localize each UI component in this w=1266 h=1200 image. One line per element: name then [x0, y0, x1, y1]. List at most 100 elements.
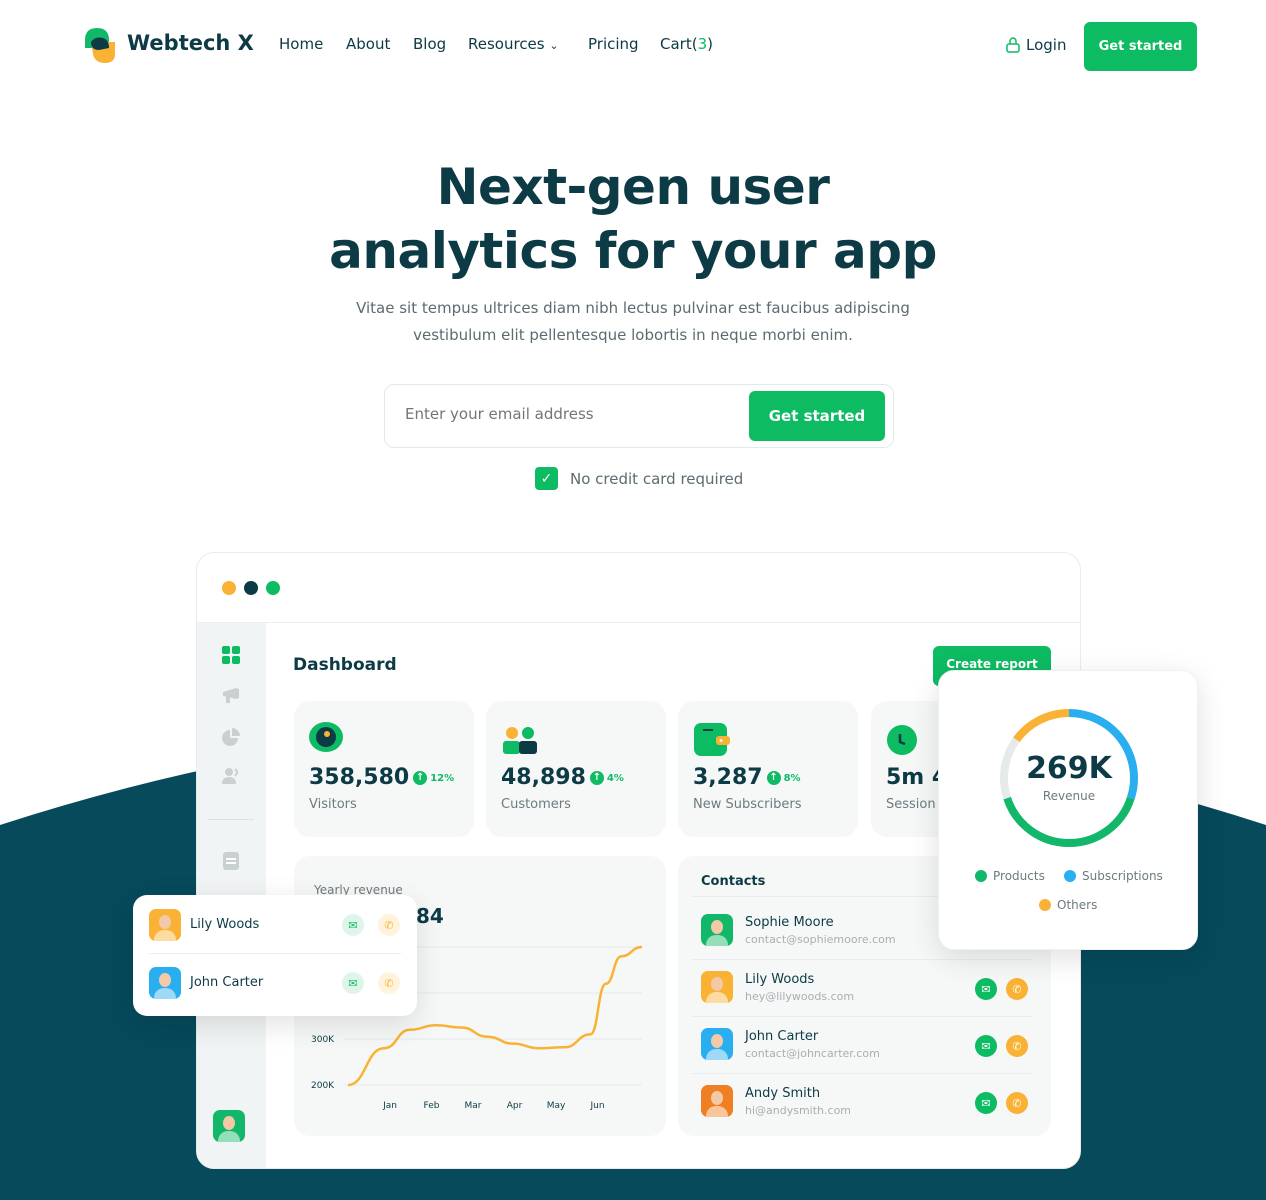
chevron-down-icon: ⌄: [549, 39, 559, 52]
hero-title: Next-gen user analytics for your app: [329, 158, 937, 280]
megaphone-icon[interactable]: [222, 686, 240, 704]
nav-pricing[interactable]: Pricing: [588, 35, 639, 53]
contact-email: hi@andysmith.com: [745, 1104, 852, 1117]
x-tick-label: Feb: [424, 1101, 440, 1111]
contact-avatar: [149, 909, 181, 941]
contact-avatar: [701, 1085, 733, 1117]
donut-slice-products: [1003, 796, 1135, 847]
donut-slice-others: [1013, 709, 1070, 743]
contact-name: Lily Woods: [745, 972, 815, 987]
mail-icon[interactable]: ✉: [342, 972, 364, 994]
mail-icon[interactable]: ✉: [975, 1092, 997, 1114]
contact-row[interactable]: John Carter contact@johncarter.com ✉ ✆: [678, 1026, 1051, 1066]
contact-name: John Carter: [745, 1029, 819, 1044]
x-tick-label: Apr: [507, 1101, 523, 1111]
phone-icon[interactable]: ✆: [1006, 978, 1028, 1000]
floating-contact-row[interactable]: John Carter ✉ ✆: [133, 966, 417, 1000]
contact-avatar: [701, 1028, 733, 1060]
stat-value: 48,898 ↑ 4%: [501, 765, 624, 790]
dashboard-grid-icon[interactable]: [222, 646, 240, 664]
floating-contact-row[interactable]: Lily Woods ✉ ✆: [133, 908, 417, 942]
contact-avatar: [149, 967, 181, 999]
eye-icon: [309, 722, 343, 752]
logo[interactable]: Webtech X: [81, 26, 254, 66]
user-avatar[interactable]: [213, 1110, 245, 1142]
x-tick-label: May: [547, 1101, 566, 1111]
arrow-up-icon: ↑: [589, 771, 604, 785]
contact-row[interactable]: Lily Woods hey@lilywoods.com ✉ ✆: [678, 969, 1051, 1009]
hero-get-started-button[interactable]: Get started: [749, 391, 885, 441]
stat-label: Session: [886, 797, 936, 812]
phone-icon[interactable]: ✆: [378, 914, 400, 936]
clock-icon: [887, 725, 917, 755]
contact-avatar: [701, 914, 733, 946]
users-icon[interactable]: [222, 767, 240, 785]
login-link[interactable]: Login: [1006, 36, 1066, 54]
window-controls: [222, 581, 280, 595]
get-started-button[interactable]: Get started: [1084, 22, 1197, 71]
floating-contacts-card: Lily Woods ✉ ✆ John Carter ✉ ✆: [133, 895, 417, 1016]
stat-card-customers: 48,898 ↑ 4% Customers: [486, 701, 666, 837]
dashboard-title: Dashboard: [293, 655, 397, 675]
wallet-icon: [694, 723, 730, 756]
nav-cart[interactable]: Cart(3): [660, 35, 713, 53]
legend-others: Others: [1039, 898, 1097, 912]
contact-name: Andy Smith: [745, 1086, 821, 1101]
contact-name: Lily Woods: [190, 917, 260, 932]
stat-value: 358,580 ↑ 12%: [309, 765, 455, 790]
nav-home[interactable]: Home: [279, 35, 323, 53]
nav-resources-label: Resources: [468, 35, 545, 53]
email-input[interactable]: [405, 405, 735, 423]
contact-email: contact@sophiemoore.com: [745, 933, 896, 946]
donut-value: 269K: [1026, 751, 1112, 786]
lock-icon: [1006, 37, 1020, 53]
users-icon: [503, 727, 537, 754]
stat-label: Customers: [501, 797, 571, 812]
contact-name: Sophie Moore: [745, 915, 834, 930]
checkbox-row[interactable]: ✓ No credit card required: [535, 467, 743, 490]
window-dot-dark[interactable]: [244, 581, 258, 595]
revenue-donut-card: 269K Revenue Products Subscriptions Othe…: [938, 670, 1198, 950]
login-label: Login: [1026, 36, 1067, 54]
email-form: Get started: [384, 384, 894, 448]
stat-card-visitors: 358,580 ↑ 12% Visitors: [294, 701, 474, 837]
cart-suffix: ): [707, 35, 713, 53]
donut-label: Revenue: [1042, 789, 1096, 803]
y-tick-label: 200K: [311, 1081, 335, 1091]
contact-row[interactable]: Andy Smith hi@andysmith.com ✉ ✆: [678, 1083, 1051, 1123]
phone-icon[interactable]: ✆: [378, 972, 400, 994]
phone-icon[interactable]: ✆: [1006, 1092, 1028, 1114]
document-icon[interactable]: [222, 852, 240, 870]
contact-name: John Carter: [190, 975, 264, 990]
legend-subscriptions: Subscriptions: [1064, 869, 1163, 883]
stat-label: Visitors: [309, 797, 357, 812]
nav-blog[interactable]: Blog: [413, 35, 446, 53]
x-tick-label: Jun: [589, 1101, 604, 1111]
x-tick-label: Mar: [465, 1101, 482, 1111]
arrow-up-icon: ↑: [766, 771, 781, 785]
window-dot-green[interactable]: [266, 581, 280, 595]
mail-icon[interactable]: ✉: [342, 914, 364, 936]
pie-chart-icon[interactable]: [222, 728, 240, 746]
cart-count: 3: [697, 35, 708, 53]
logo-icon: [85, 28, 115, 63]
checkbox-label: No credit card required: [570, 469, 744, 488]
stat-value: 3,287 ↑ 8%: [693, 765, 801, 790]
nav-about[interactable]: About: [346, 35, 390, 53]
nav-resources[interactable]: Resources ⌄: [468, 35, 559, 53]
arrow-up-icon: ↑: [413, 771, 428, 785]
hero-subtitle: Vitae sit tempus ultrices diam nibh lect…: [356, 299, 910, 344]
phone-icon[interactable]: ✆: [1006, 1035, 1028, 1057]
window-dot-yellow[interactable]: [222, 581, 236, 595]
stat-card-subscribers: 3,287 ↑ 8% New Subscribers: [678, 701, 858, 837]
stat-label: New Subscribers: [693, 797, 802, 812]
y-tick-label: 300K: [311, 1035, 335, 1045]
x-tick-label: Jan: [382, 1101, 397, 1111]
mail-icon[interactable]: ✉: [975, 1035, 997, 1057]
contact-avatar: [701, 971, 733, 1003]
contact-email: contact@johncarter.com: [745, 1047, 880, 1060]
contacts-title: Contacts: [701, 874, 766, 889]
checkbox[interactable]: ✓: [535, 467, 558, 490]
mail-icon[interactable]: ✉: [975, 978, 997, 1000]
brand-name: Webtech X: [127, 31, 254, 55]
